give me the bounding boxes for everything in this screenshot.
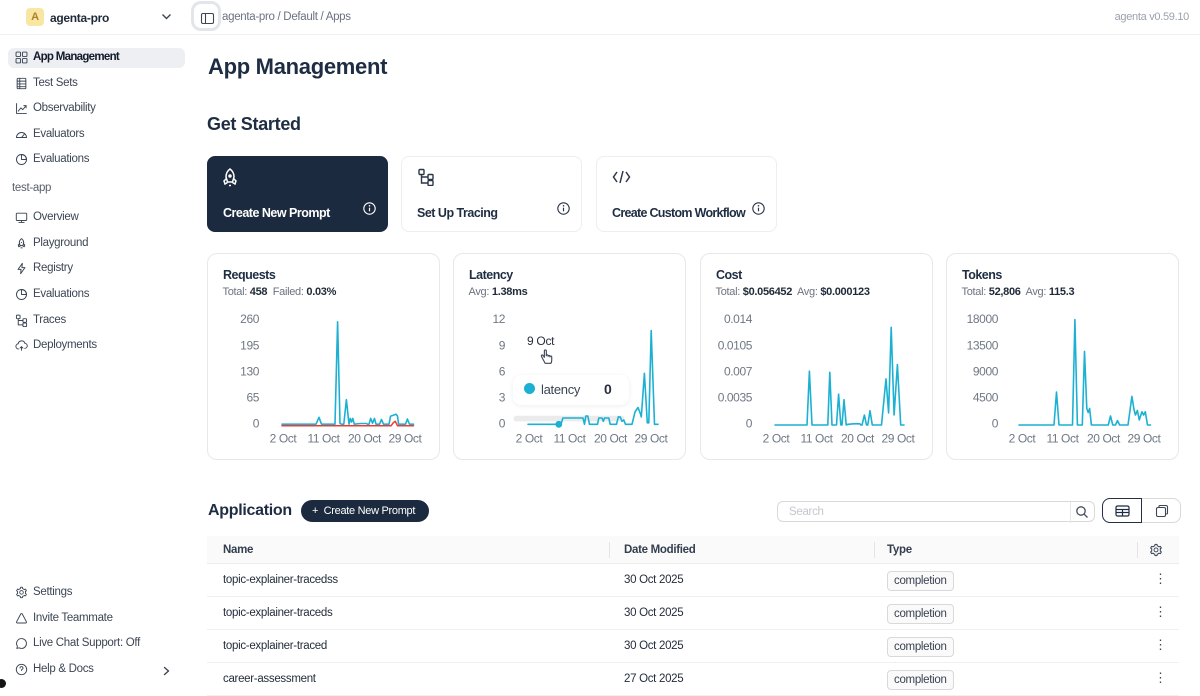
svg-text:195: 195 <box>240 339 260 353</box>
svg-text:2 Oct: 2 Oct <box>516 432 544 446</box>
svg-text:20 Oct: 20 Oct <box>594 432 628 446</box>
svg-text:11 Oct: 11 Oct <box>553 432 586 446</box>
svg-text:2 Oct: 2 Oct <box>763 432 791 446</box>
svg-text:29 Oct: 29 Oct <box>389 432 423 446</box>
svg-text:0.0035: 0.0035 <box>718 391 753 405</box>
svg-text:9000: 9000 <box>973 365 999 379</box>
svg-text:29 Oct: 29 Oct <box>882 432 916 446</box>
svg-text:0.007: 0.007 <box>724 365 753 379</box>
svg-text:20 Oct: 20 Oct <box>841 432 875 446</box>
svg-text:6: 6 <box>499 365 506 379</box>
svg-text:3: 3 <box>499 391 506 405</box>
svg-text:0.014: 0.014 <box>724 312 753 326</box>
svg-text:0: 0 <box>992 417 999 431</box>
svg-text:0: 0 <box>746 417 753 431</box>
svg-text:29 Oct: 29 Oct <box>1128 432 1162 446</box>
svg-text:9: 9 <box>499 339 506 353</box>
svg-text:11 Oct: 11 Oct <box>800 432 833 446</box>
svg-text:130: 130 <box>240 365 260 379</box>
svg-text:0.0105: 0.0105 <box>718 339 753 353</box>
svg-text:65: 65 <box>246 391 259 405</box>
svg-text:11 Oct: 11 Oct <box>307 432 340 446</box>
svg-text:2 Oct: 2 Oct <box>270 432 298 446</box>
svg-text:12: 12 <box>492 312 505 326</box>
svg-text:13500: 13500 <box>967 339 999 353</box>
svg-text:20 Oct: 20 Oct <box>348 432 382 446</box>
svg-text:0: 0 <box>499 417 506 431</box>
svg-text:0: 0 <box>253 417 260 431</box>
svg-text:4500: 4500 <box>973 391 999 405</box>
svg-text:29 Oct: 29 Oct <box>635 432 669 446</box>
svg-text:20 Oct: 20 Oct <box>1087 432 1121 446</box>
svg-text:18000: 18000 <box>967 312 999 326</box>
svg-text:260: 260 <box>240 312 260 326</box>
svg-text:11 Oct: 11 Oct <box>1046 432 1079 446</box>
svg-text:2 Oct: 2 Oct <box>1009 432 1037 446</box>
